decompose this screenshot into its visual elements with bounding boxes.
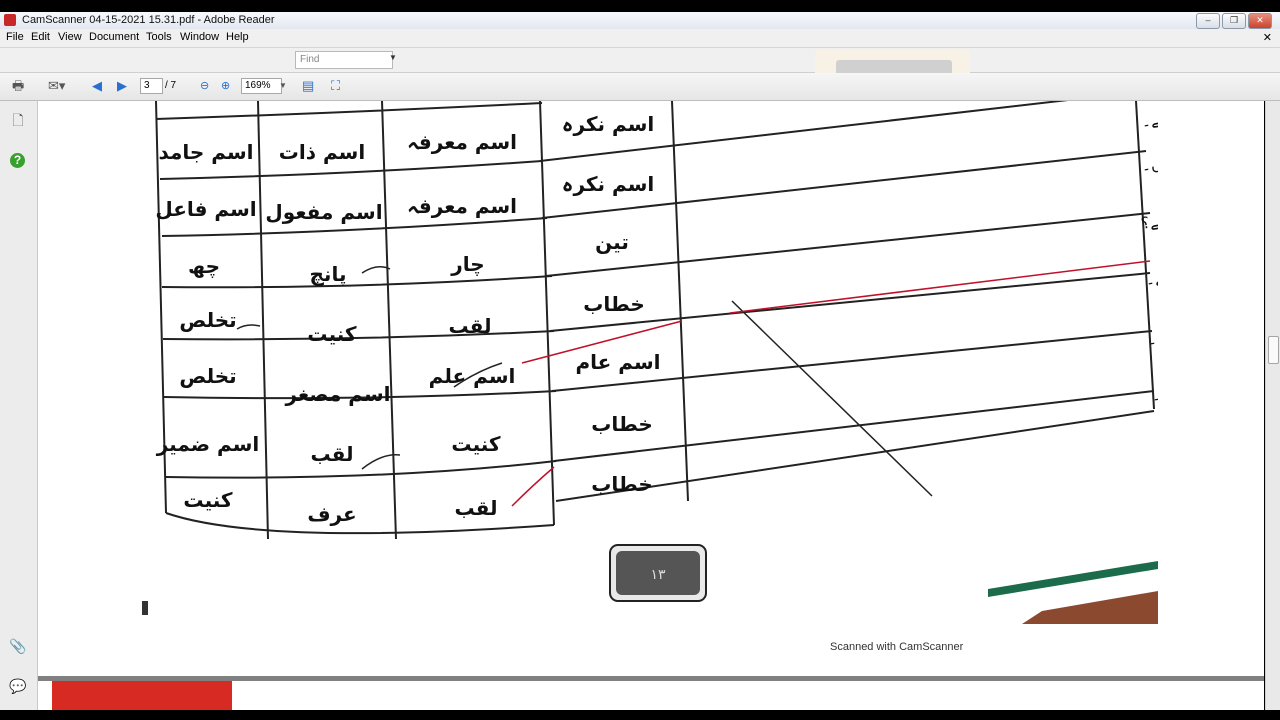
menu-edit[interactable]: Edit — [31, 31, 50, 43]
find-bar: Find ▼ — [0, 48, 1280, 96]
attachment-icon[interactable]: 📎 — [9, 637, 27, 655]
cell-r6-c2: کنیت — [451, 432, 501, 456]
minimize-button[interactable]: – — [1196, 13, 1220, 29]
menu-document[interactable]: Document — [89, 31, 139, 43]
cell-r2-c3: اسم مفعول — [265, 200, 382, 224]
cell-r1-c3: اسم ذات — [279, 140, 365, 164]
cell-r3-c2: چار — [450, 252, 484, 277]
cell-r7-c3: عرف — [307, 502, 356, 526]
menu-help[interactable]: Help — [226, 31, 249, 43]
document-viewport[interactable]: اسم نکرہ اسم معرفہ اسم ذات اسم جامد اسم … — [38, 101, 1264, 710]
zoom-dropdown-icon[interactable]: ▼ — [279, 77, 287, 95]
document-close-icon[interactable]: ✕ — [1263, 31, 1272, 44]
question-1: فیصل آباد "گرامر کی رو سے ہے۔ — [1139, 101, 1158, 132]
comments-icon[interactable]: 💬 — [9, 677, 27, 695]
menu-file[interactable]: File — [6, 31, 24, 43]
green-strip — [988, 561, 1158, 597]
zoom-in-icon[interactable]: ⊕ — [221, 77, 230, 95]
scanned-page-image: اسم نکرہ اسم معرفہ اسم ذات اسم جامد اسم … — [142, 101, 1158, 624]
table-text: اسم نکرہ اسم معرفہ اسم ذات اسم جامد اسم … — [155, 112, 660, 526]
cell-r1-c4: اسم جامد — [158, 140, 253, 164]
cell-r3-c1: تین — [595, 230, 629, 254]
cell-r4-c2: لقب — [448, 314, 491, 338]
pdf-page: اسم نکرہ اسم معرفہ اسم ذات اسم جامد اسم … — [38, 101, 1264, 676]
page-stamp: ۱۳ — [609, 544, 707, 602]
cell-r6-c4: اسم ضمیر — [156, 432, 260, 456]
scanned-footer: Scanned with CamScanner — [830, 641, 964, 653]
cell-r2-c1: اسم نکرہ — [562, 172, 654, 196]
page-edge-mark — [142, 601, 148, 615]
cell-r5-c4: تخلص — [179, 364, 236, 388]
cell-r4-c1: خطاب — [583, 292, 645, 316]
cell-r2-c4: اسم فاعل — [155, 197, 256, 221]
svg-text:۱۳: ۱۳ — [650, 566, 666, 582]
zoom-out-icon[interactable]: ⊖ — [200, 77, 209, 95]
cell-r1-c2: اسم معرفہ — [407, 130, 517, 154]
page-total: / 7 — [165, 80, 177, 91]
cell-r1-c1: اسم نکرہ — [562, 112, 654, 136]
window-title: CamScanner 04-15-2021 15.31.pdf - Adobe … — [22, 14, 275, 26]
cell-r6-c1: خطاب — [591, 412, 653, 436]
cell-r7-c1: خطاب — [591, 472, 653, 496]
brown-corner — [1022, 591, 1158, 624]
title-bar: CamScanner 04-15-2021 15.31.pdf - Adobe … — [0, 12, 1280, 30]
cell-r5-c3: اسم مصغر — [285, 382, 391, 406]
cell-r5-c2: اسم علم — [429, 364, 516, 388]
next-page-icon[interactable]: ▶ — [117, 77, 127, 95]
close-button[interactable]: ✕ — [1248, 13, 1272, 29]
next-pdf-page — [38, 681, 1264, 710]
table-grid — [155, 101, 1155, 540]
cell-r3-c3: پانچ — [310, 262, 347, 287]
page-number-input[interactable]: 3 — [140, 78, 163, 94]
cell-r5-c1: اسم عام — [576, 350, 661, 374]
cell-r7-c4: کنیت — [183, 488, 233, 512]
find-input[interactable]: Find — [295, 51, 393, 69]
next-page-red-header — [52, 681, 232, 710]
menu-window[interactable]: Window — [180, 31, 219, 43]
vertical-scrollbar[interactable] — [1265, 101, 1280, 710]
fit-page-icon[interactable]: ▤ — [302, 77, 314, 95]
menu-tools[interactable]: Tools — [146, 31, 172, 43]
pages-icon[interactable]: 🗋 — [9, 111, 27, 129]
cell-r3-c4: چھ — [188, 254, 220, 279]
fit-width-icon[interactable]: ⛶ — [331, 77, 340, 95]
navigation-panel: 🗋 ? 📎 💬 — [0, 101, 38, 710]
restore-button[interactable]: ❐ — [1222, 13, 1246, 29]
question-text: فیصل آباد "گرامر کی رو سے ہے۔ اسم علم کی… — [1139, 101, 1158, 406]
cell-r4-c3: کنیت — [307, 322, 357, 346]
find-dropdown-icon[interactable]: ▼ — [389, 53, 397, 62]
scrollbar-thumb[interactable] — [1268, 336, 1279, 364]
previous-page-icon[interactable]: ◀ — [92, 77, 102, 95]
menu-view[interactable]: View — [58, 31, 82, 43]
share-icon[interactable]: ✉▾ — [48, 77, 65, 95]
print-icon[interactable]: 🖶 — [12, 77, 24, 95]
cell-r6-c3: لقب — [310, 442, 353, 466]
zoom-level-input[interactable]: 169% — [241, 78, 282, 94]
cell-r2-c2: اسم معرفہ — [407, 194, 517, 218]
menu-bar: File Edit View Document Tools Window Hel… — [0, 29, 1280, 48]
cell-r7-c2: لقب — [454, 496, 497, 520]
main-toolbar: 🖶 ✉▾ ◀ ▶ 3 / 7 ⊖ ⊕ 169% ▼ ▤ ⛶ — [0, 73, 1280, 101]
adobe-reader-icon — [4, 14, 16, 26]
help-icon[interactable]: ? — [10, 153, 25, 168]
cell-r4-c4: تخلص — [179, 308, 236, 332]
